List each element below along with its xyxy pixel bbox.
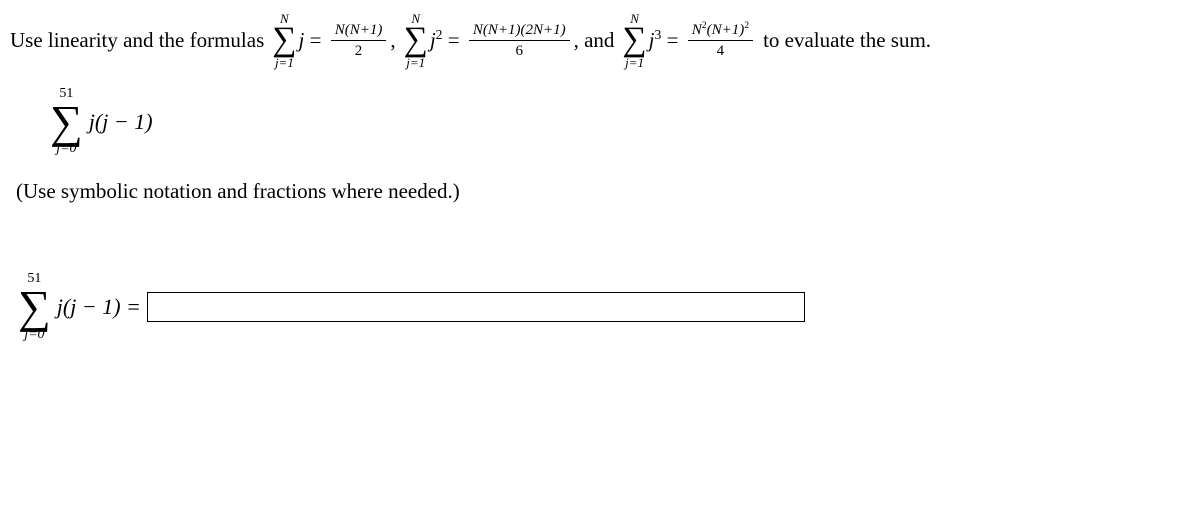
sum2-term: j2 (430, 27, 443, 53)
sep1: , (390, 27, 395, 53)
sigma-3: N ∑ j=1 (622, 12, 646, 69)
answer-input[interactable] (147, 292, 805, 322)
instruction-line: Use linearity and the formulas N ∑ j=1 j… (10, 12, 1190, 69)
sum3-rhs: N2(N+1)2 4 (688, 21, 753, 60)
sum2-rhs: N(N+1)(2N+1) 6 (469, 21, 570, 60)
problem-expression: 51 ∑ j=0 j(j − 1) (48, 87, 1190, 156)
sum3-term: j3 (649, 27, 662, 53)
sigma-2: N ∑ j=1 (404, 12, 428, 69)
instruction-tail: to evaluate the sum. (763, 27, 931, 53)
hint-text: (Use symbolic notation and fractions whe… (16, 178, 1190, 204)
instruction-lead: Use linearity and the formulas (10, 27, 264, 53)
answer-row: 51 ∑ j=0 j(j − 1) = (16, 272, 1190, 341)
answer-sigma: 51 ∑ j=0 (18, 272, 51, 341)
sum1-rhs: N(N+1) 2 (331, 21, 387, 60)
sigma-1: N ∑ j=1 (272, 12, 296, 69)
answer-expr: j(j − 1) = (57, 293, 141, 321)
sep2: , and (574, 27, 615, 53)
